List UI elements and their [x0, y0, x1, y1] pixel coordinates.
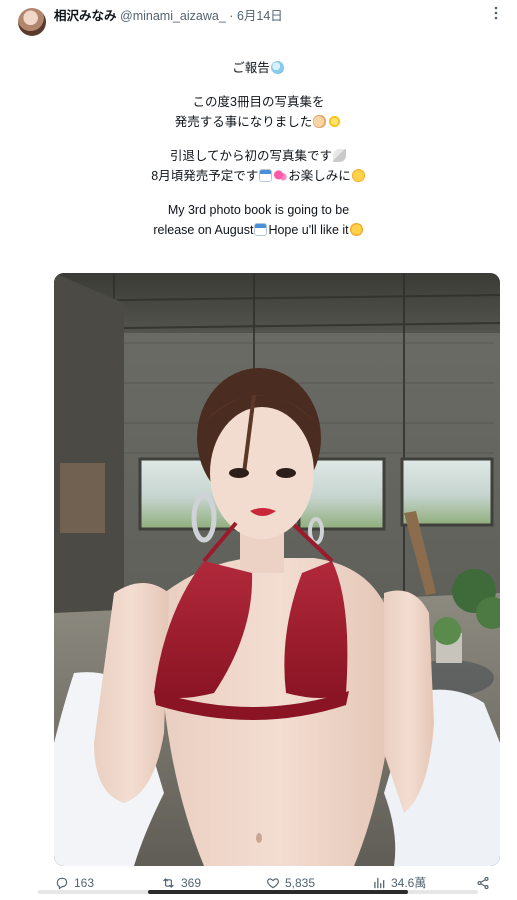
bubbles-emoji [270, 61, 284, 74]
hearts-emoji [274, 169, 288, 182]
views-bar-chart-icon [374, 877, 385, 889]
tweet-line: My 3rd photo book is going to be [167, 203, 350, 217]
tweet-line: 8月頃発売予定です お楽しみに [40, 166, 477, 186]
author-name[interactable]: 相沢みなみ [54, 9, 117, 23]
tweet-line: この度3冊目の写真集を [192, 95, 325, 109]
reply-count: 163 [74, 876, 95, 890]
horizontal-scrollbar[interactable] [38, 890, 478, 894]
heart-icon [267, 878, 279, 889]
tweet-line: 発売する事になりました [40, 112, 477, 132]
tweet-date[interactable]: 6月14日 [237, 9, 283, 23]
share-icon [477, 876, 489, 890]
retweet-count: 369 [181, 876, 202, 890]
tweet-header: 相沢みなみ @minami_aizawa_ · 6月14日 [0, 0, 517, 40]
photo-illustration [54, 273, 500, 866]
tweet-meta: 相沢みなみ @minami_aizawa_ · 6月14日 [54, 8, 283, 24]
share-button[interactable] [476, 874, 495, 892]
smiling-hearts-emoji [351, 169, 365, 182]
clapping-hands-emoji [313, 115, 327, 128]
sparkle-emoji [328, 115, 342, 128]
reply-icon [56, 877, 68, 890]
tweet-photo[interactable] [54, 273, 500, 866]
tweet-line: ご報告 [40, 58, 477, 78]
calendar-emoji [259, 169, 273, 182]
scrollbar-thumb[interactable] [148, 890, 408, 894]
like-count: 5,835 [285, 876, 316, 890]
retweet-icon [163, 878, 174, 888]
author-handle[interactable]: @minami_aizawa_ [120, 9, 226, 23]
avatar[interactable] [18, 8, 46, 36]
wing-emoji [333, 149, 347, 162]
meta-separator: · [229, 9, 234, 23]
tweet-text: ご報告 この度3冊目の写真集を 発売する事になりました 引退してから初の写真集で… [40, 58, 477, 254]
tweet-line: 引退してから初の写真集です [40, 146, 477, 166]
views-count: 34.6萬 [391, 876, 427, 890]
calendar-emoji [254, 223, 268, 236]
party-face-emoji [349, 223, 363, 236]
tweet-card: 相沢みなみ @minami_aizawa_ · 6月14日 ご報告 この度3冊目… [0, 0, 517, 900]
more-options-icon[interactable] [489, 6, 503, 22]
tweet-line: release on August Hope u'll like it [40, 220, 477, 240]
